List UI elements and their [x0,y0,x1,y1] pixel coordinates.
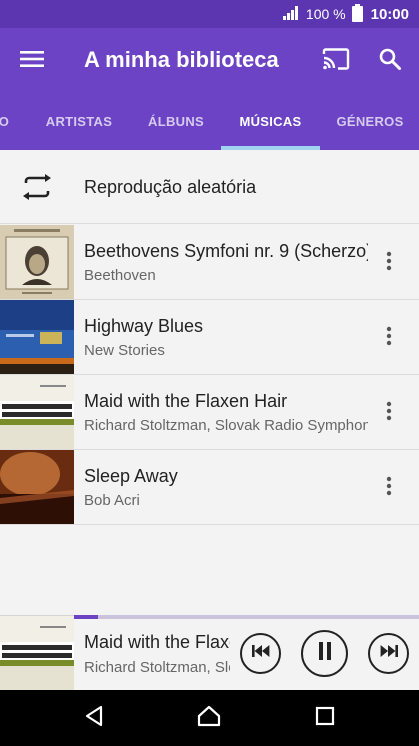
album-art-stoltzman [0,375,74,449]
back-button[interactable] [78,702,110,734]
search-icon [379,48,401,75]
menu-button[interactable] [12,42,52,80]
song-artist: Beethoven [84,267,156,284]
more-options-button[interactable] [376,397,402,429]
song-list: Beethovens Symfoni nr. 9 (Scherzo) Beeth… [0,225,419,525]
more-options-button[interactable] [376,472,402,504]
status-bar: 100 % 10:00 [0,0,419,28]
song-artist: Bob Acri [84,492,140,509]
cast-icon [322,47,350,75]
song-title: Sleep Away [84,466,178,486]
skip-previous-icon [251,644,270,663]
song-row[interactable]: Beethovens Symfoni nr. 9 (Scherzo) Beeth… [0,225,419,300]
tab-albuns[interactable]: ÁLBUNS [138,94,214,150]
more-vert-icon [386,401,392,426]
more-vert-icon [386,476,392,501]
song-title: Highway Blues [84,316,204,336]
album-art-beethoven [0,225,74,299]
song-title: Maid with the Flaxen Hair [84,391,288,411]
song-row[interactable]: Sleep Away Bob Acri [0,450,419,525]
recents-icon [315,706,335,731]
tab-partial[interactable]: O [0,94,14,150]
album-art-new-stories [0,300,74,374]
signal-icon [282,5,300,24]
shuffle-all-row[interactable]: Reprodução aleatória [0,150,419,224]
tab-bar: O ARTISTAS ÁLBUNS MÚSICAS GÉNEROS [0,94,419,150]
album-art-bob-acri [0,450,74,524]
music-app-screen: 100 % 10:00 A minha biblioteca O ARTISTA… [0,0,419,746]
now-playing-album-art [0,616,74,691]
battery-percent: 100 % [305,6,346,22]
back-icon [84,705,104,732]
playback-progress-track[interactable] [74,615,419,619]
home-button[interactable] [193,702,225,734]
shuffle-icon [20,174,54,200]
song-artist: New Stories [84,342,165,359]
previous-button[interactable] [240,633,281,674]
tab-musicas[interactable]: MÚSICAS [221,94,320,150]
clock: 10:00 [370,5,409,23]
more-vert-icon [386,326,392,351]
tab-generos[interactable]: GÉNEROS [332,94,408,150]
skip-next-icon [380,644,398,663]
song-row[interactable]: Maid with the Flaxen Hair Richard Stoltz… [0,375,419,450]
song-row[interactable]: Highway Blues New Stories [0,300,419,375]
search-button[interactable] [370,42,410,80]
playback-progress-fill [74,615,98,619]
shuffle-label: Reprodução aleatória [84,177,257,197]
cast-button[interactable] [316,42,356,80]
app-bar: A minha biblioteca [0,28,419,94]
recents-button[interactable] [309,702,341,734]
page-title: A minha biblioteca [84,47,279,72]
status-bar-right: 100 % 10:00 [282,0,409,28]
now-playing-title: Maid with the Flaxen Hair [84,632,230,652]
system-nav-bar [0,690,419,746]
battery-icon [351,3,363,25]
more-options-button[interactable] [376,247,402,279]
now-playing-artist: Richard Stoltzman, Slovak Radio Symphony… [84,659,230,676]
pause-icon [318,642,332,665]
more-options-button[interactable] [376,322,402,354]
menu-icon [20,50,44,73]
now-playing-bar[interactable]: Maid with the Flaxen Hair Richard Stoltz… [0,615,419,691]
next-button[interactable] [368,633,409,674]
song-title: Beethovens Symfoni nr. 9 (Scherzo) [84,241,368,261]
more-vert-icon [386,251,392,276]
home-icon [197,705,221,732]
tab-artistas[interactable]: ARTISTAS [35,94,123,150]
song-artist: Richard Stoltzman, Slovak Radio Symphony… [84,417,368,434]
pause-button[interactable] [301,630,348,677]
